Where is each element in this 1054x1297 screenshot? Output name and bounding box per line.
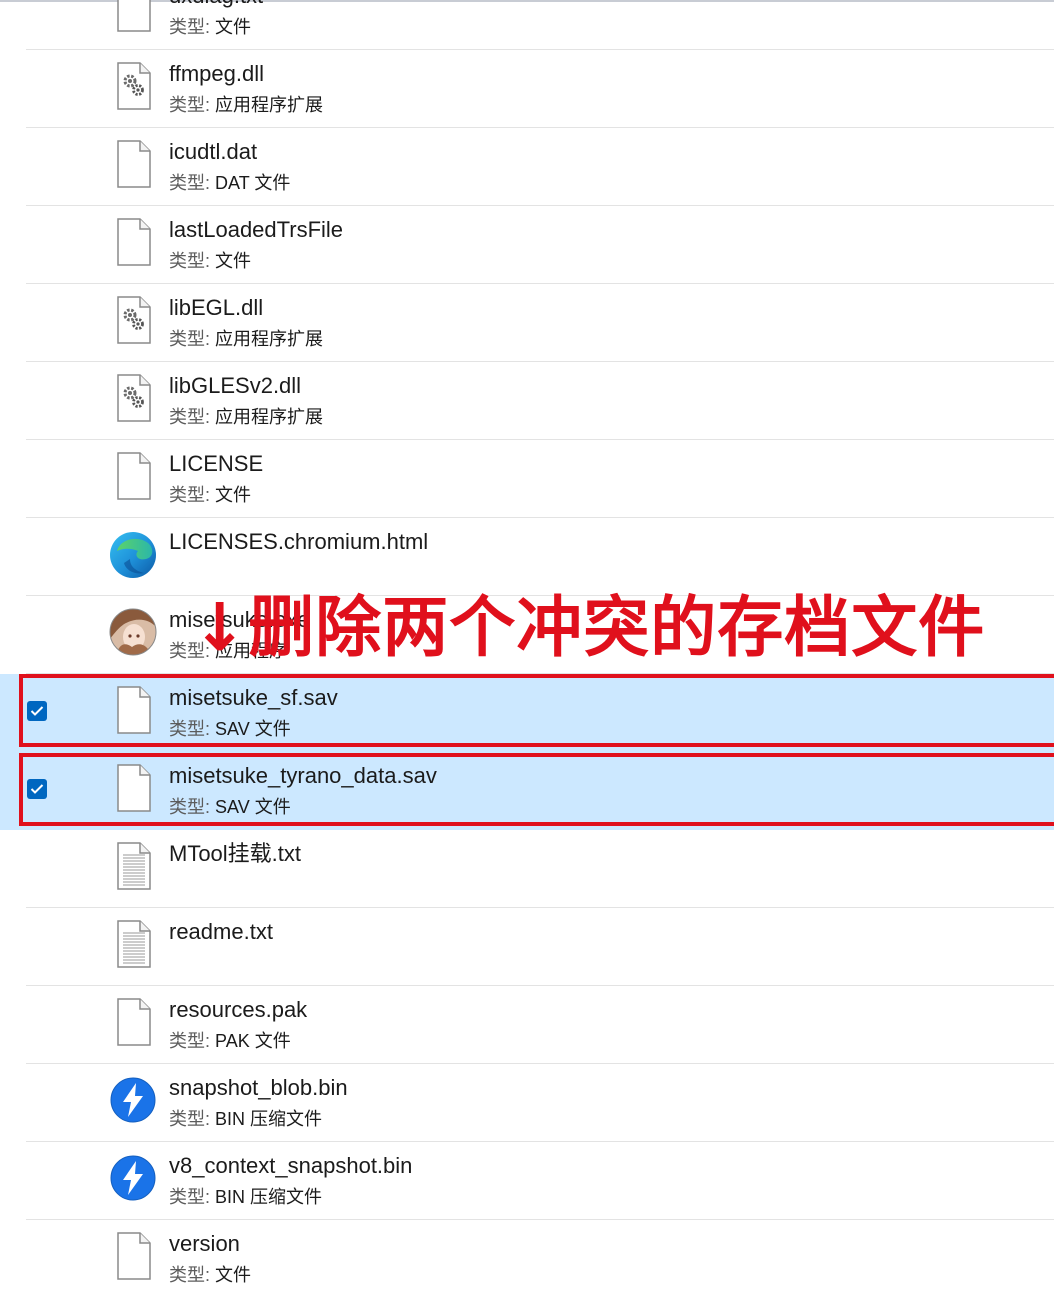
dll-gear-icon	[108, 61, 158, 111]
file-row[interactable]: MTool挂载.txt	[0, 830, 1054, 908]
file-row[interactable]: snapshot_blob.bin 类型: BIN 压缩文件	[0, 1064, 1054, 1142]
file-name[interactable]: v8_context_snapshot.bin	[169, 1152, 412, 1180]
file-type-value: DAT 文件	[215, 173, 291, 193]
type-label: 类型:	[169, 1109, 211, 1129]
blank-file-icon	[108, 217, 158, 267]
file-type: 类型: 应用程序扩展	[169, 94, 323, 116]
blank-file-icon	[108, 139, 158, 189]
file-row[interactable]: version 类型: 文件	[0, 1220, 1054, 1297]
file-row[interactable]: lastLoadedTrsFile 类型: 文件	[0, 206, 1054, 284]
file-name[interactable]: libGLESv2.dll	[169, 372, 301, 400]
file-name[interactable]: MTool挂载.txt	[169, 840, 301, 868]
file-type: 类型: 文件	[169, 1264, 251, 1286]
file-type-value: 应用程序扩展	[215, 407, 324, 427]
type-label: 类型:	[169, 95, 211, 115]
file-type: 类型: 应用程序扩展	[169, 328, 323, 350]
highlight-box-tyrano-sav	[19, 753, 1054, 826]
file-row[interactable]: LICENSE 类型: 文件	[0, 440, 1054, 518]
type-label: 类型:	[169, 17, 211, 37]
file-type: 类型: 文件	[169, 16, 251, 38]
file-name[interactable]: resources.pak	[169, 996, 307, 1024]
file-type: 类型: DAT 文件	[169, 172, 290, 194]
file-type: 类型: PAK 文件	[169, 1030, 291, 1052]
file-name[interactable]: libEGL.dll	[169, 294, 263, 322]
file-type-value: BIN 压缩文件	[215, 1109, 323, 1129]
type-label: 类型:	[169, 251, 211, 271]
file-row[interactable]: ffmpeg.dll 类型: 应用程序扩展	[0, 50, 1054, 128]
edge-browser-icon	[108, 529, 158, 579]
bandizip-archive-icon	[108, 1075, 158, 1125]
file-name[interactable]: snapshot_blob.bin	[169, 1074, 348, 1102]
type-label: 类型:	[169, 407, 211, 427]
app-avatar-icon	[108, 607, 158, 657]
file-type: 类型: BIN 压缩文件	[169, 1108, 322, 1130]
file-type-value: 应用程序扩展	[215, 95, 324, 115]
type-label: 类型:	[169, 485, 211, 505]
file-name[interactable]: LICENSES.chromium.html	[169, 528, 428, 556]
file-name[interactable]: icudtl.dat	[169, 138, 257, 166]
blank-file-icon	[108, 0, 158, 33]
blank-file-icon	[108, 997, 158, 1047]
blank-file-icon	[108, 1231, 158, 1281]
type-label: 类型:	[169, 329, 211, 349]
file-row[interactable]: LICENSES.chromium.html	[0, 518, 1054, 596]
text-file-icon	[108, 841, 158, 891]
file-list-view: dxdiag.txt 类型: 文件 ffmpeg.dll 类型: 应用程序扩展 icud…	[0, 0, 1054, 1297]
file-row[interactable]: libGLESv2.dll 类型: 应用程序扩展	[0, 362, 1054, 440]
file-name[interactable]: lastLoadedTrsFile	[169, 216, 343, 244]
file-type-value: 文件	[215, 17, 252, 37]
text-file-icon	[108, 919, 158, 969]
file-row[interactable]: readme.txt	[0, 908, 1054, 986]
blank-file-icon	[108, 451, 158, 501]
file-type: 类型: 文件	[169, 250, 251, 272]
file-type-value: PAK 文件	[215, 1031, 291, 1051]
file-name[interactable]: readme.txt	[169, 918, 273, 946]
file-type-value: 文件	[215, 485, 252, 505]
type-label: 类型:	[169, 1265, 211, 1285]
file-type: 类型: 应用程序扩展	[169, 406, 323, 428]
file-name[interactable]: version	[169, 1230, 240, 1258]
file-type-value: 文件	[215, 1265, 252, 1285]
file-type-value: 文件	[215, 251, 252, 271]
type-label: 类型:	[169, 1031, 211, 1051]
file-type: 类型: BIN 压缩文件	[169, 1186, 322, 1208]
file-type: 类型: 文件	[169, 484, 251, 506]
annotation-text: ↓删除两个冲突的存档文件	[192, 589, 986, 666]
file-row[interactable]: dxdiag.txt 类型: 文件	[0, 0, 1054, 50]
file-name[interactable]: LICENSE	[169, 450, 263, 478]
file-name[interactable]: dxdiag.txt	[169, 0, 263, 10]
bandizip-archive-icon	[108, 1153, 158, 1203]
dll-gear-icon	[108, 373, 158, 423]
file-name[interactable]: ffmpeg.dll	[169, 60, 264, 88]
file-row[interactable]: libEGL.dll 类型: 应用程序扩展	[0, 284, 1054, 362]
type-label: 类型:	[169, 173, 211, 193]
file-row[interactable]: resources.pak 类型: PAK 文件	[0, 986, 1054, 1064]
file-row[interactable]: icudtl.dat 类型: DAT 文件	[0, 128, 1054, 206]
file-type-value: 应用程序扩展	[215, 329, 324, 349]
type-label: 类型:	[169, 1187, 211, 1207]
highlight-box-sf-sav	[19, 674, 1054, 747]
file-type-value: BIN 压缩文件	[215, 1187, 323, 1207]
dll-gear-icon	[108, 295, 158, 345]
file-row[interactable]: v8_context_snapshot.bin 类型: BIN 压缩文件	[0, 1142, 1054, 1220]
